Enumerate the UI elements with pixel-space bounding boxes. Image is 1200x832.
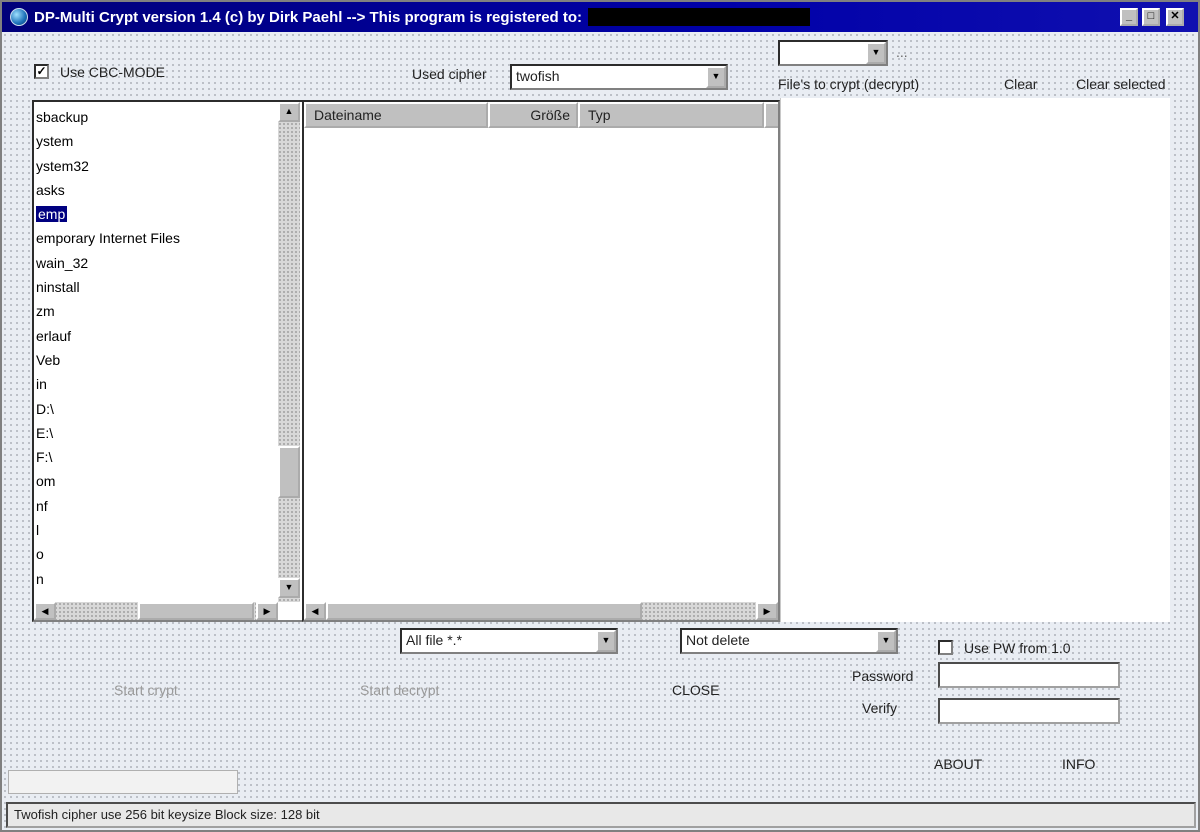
start-decrypt-button[interactable]: Start decrypt bbox=[360, 682, 439, 698]
directory-item-label: ninstall bbox=[36, 279, 80, 296]
directory-item-label: ystem32 bbox=[36, 157, 89, 174]
chevron-down-icon[interactable]: ▼ bbox=[876, 630, 896, 652]
cbc-mode-checkbox[interactable]: ✓ bbox=[34, 64, 49, 79]
maximize-button[interactable]: □ bbox=[1142, 8, 1160, 26]
window-title: DP-Multi Crypt version 1.4 (c) by Dirk P… bbox=[34, 8, 583, 26]
directory-item-label: E:\ bbox=[36, 424, 54, 441]
delete-mode-value: Not delete bbox=[686, 632, 750, 648]
drive-browse-ellipsis[interactable]: ... bbox=[896, 44, 908, 60]
close-window-button[interactable]: ✕ bbox=[1166, 8, 1184, 26]
directory-item-label: wain_32 bbox=[36, 254, 89, 271]
status-bar: Twofish cipher use 256 bit keysize Block… bbox=[6, 802, 1196, 828]
file-mask-select[interactable]: All file *.* ▼ bbox=[400, 628, 618, 654]
start-crypt-button[interactable]: Start crypt bbox=[114, 682, 178, 698]
registered-owner-redacted bbox=[588, 8, 811, 26]
directory-item-label: Veb bbox=[36, 351, 61, 368]
column-header-size[interactable]: Größe bbox=[488, 102, 578, 128]
directory-item-label: ystem bbox=[36, 133, 74, 150]
directory-item-label: emporary Internet Files bbox=[36, 230, 180, 247]
scroll-up-icon[interactable]: ▲ bbox=[278, 102, 300, 122]
directory-item[interactable]: sbackup bbox=[36, 106, 180, 130]
directory-item-label: o bbox=[36, 546, 44, 563]
chevron-down-icon[interactable]: ▼ bbox=[706, 66, 726, 88]
directory-horizontal-scrollbar[interactable]: ◀ ▶ bbox=[34, 602, 278, 620]
globe-icon bbox=[10, 8, 28, 26]
clear-button[interactable]: Clear bbox=[1004, 76, 1037, 92]
scroll-left-icon[interactable]: ◀ bbox=[304, 602, 326, 620]
verify-input[interactable] bbox=[938, 698, 1120, 724]
directory-item-label: zm bbox=[36, 303, 55, 320]
directory-item[interactable]: asks bbox=[36, 179, 180, 203]
directory-item-label: D:\ bbox=[36, 400, 54, 417]
directory-item[interactable]: D:\ bbox=[36, 398, 180, 422]
directory-item[interactable]: erlauf bbox=[36, 325, 180, 349]
directory-item[interactable]: E:\ bbox=[36, 422, 180, 446]
directory-item[interactable]: emp bbox=[36, 203, 180, 227]
directory-item[interactable]: o bbox=[36, 543, 180, 567]
file-mask-value: All file *.* bbox=[406, 632, 463, 648]
chevron-down-icon[interactable]: ▼ bbox=[596, 630, 616, 652]
minimize-button[interactable]: _ bbox=[1120, 8, 1138, 26]
directory-vertical-scrollbar[interactable]: ▲ ▼ bbox=[278, 102, 300, 602]
info-button[interactable]: INFO bbox=[1062, 756, 1095, 772]
directory-list[interactable]: sbackup ystem ystem32 asks emp emporary Inter… bbox=[32, 100, 304, 622]
scroll-right-icon[interactable]: ▶ bbox=[256, 602, 278, 620]
directory-item-label: emp bbox=[36, 206, 68, 223]
column-header-name[interactable]: Dateiname bbox=[304, 102, 488, 128]
directory-item-label: n bbox=[36, 570, 44, 587]
progress-bar bbox=[8, 770, 238, 794]
directory-item-label: F:\ bbox=[36, 449, 53, 466]
main-window: DP-Multi Crypt version 1.4 (c) by Dirk P… bbox=[0, 0, 1200, 832]
cipher-select-value: twofish bbox=[516, 68, 560, 84]
directory-item[interactable]: ninstall bbox=[36, 276, 180, 300]
directory-item[interactable]: F:\ bbox=[36, 446, 180, 470]
column-header-spacer bbox=[764, 102, 778, 128]
cbc-mode-label: Use CBC-MODE bbox=[60, 64, 166, 80]
directory-item[interactable]: nf bbox=[36, 495, 180, 519]
directory-item-label: om bbox=[36, 473, 56, 490]
directory-item[interactable]: ystem32 bbox=[36, 155, 180, 179]
file-horizontal-scrollbar[interactable]: ◀ ▶ bbox=[304, 602, 778, 620]
directory-item[interactable]: zm bbox=[36, 300, 180, 324]
close-button[interactable]: CLOSE bbox=[672, 682, 719, 698]
cipher-label: Used cipher bbox=[412, 66, 487, 82]
directory-item[interactable]: om bbox=[36, 470, 180, 494]
directory-item[interactable]: Veb bbox=[36, 349, 180, 373]
use-pw-label: Use PW from 1.0 bbox=[964, 640, 1071, 656]
directory-item-label: in bbox=[36, 376, 47, 393]
directory-item[interactable]: n bbox=[36, 568, 180, 592]
password-label: Password bbox=[852, 668, 914, 684]
chevron-down-icon[interactable]: ▼ bbox=[866, 42, 886, 64]
column-header-type[interactable]: Typ bbox=[578, 102, 764, 128]
scroll-thumb[interactable] bbox=[278, 446, 300, 498]
use-pw-checkbox[interactable] bbox=[938, 640, 953, 655]
directory-item[interactable]: emporary Internet Files bbox=[36, 227, 180, 251]
scroll-left-icon[interactable]: ◀ bbox=[34, 602, 56, 620]
directory-item-label: erlauf bbox=[36, 327, 72, 344]
crypt-list-header: File's to crypt (decrypt) bbox=[778, 76, 920, 92]
directory-item[interactable]: wain_32 bbox=[36, 252, 180, 276]
directory-items: sbackup ystem ystem32 asks emp emporary Inter… bbox=[36, 106, 180, 592]
file-list[interactable]: Dateiname Größe Typ ◀ ▶ bbox=[302, 100, 780, 622]
about-button[interactable]: ABOUT bbox=[934, 756, 982, 772]
drive-select[interactable]: ▼ bbox=[778, 40, 888, 66]
crypt-file-list[interactable] bbox=[780, 98, 1170, 622]
scroll-down-icon[interactable]: ▼ bbox=[278, 578, 300, 598]
title-bar[interactable]: DP-Multi Crypt version 1.4 (c) by Dirk P… bbox=[2, 2, 1198, 32]
directory-item-label: asks bbox=[36, 181, 65, 198]
directory-item-label: nf bbox=[36, 497, 48, 514]
directory-item[interactable]: ystem bbox=[36, 130, 180, 154]
directory-item[interactable]: in bbox=[36, 373, 180, 397]
cipher-select[interactable]: twofish ▼ bbox=[510, 64, 728, 90]
directory-item-label: sbackup bbox=[36, 109, 89, 125]
delete-mode-select[interactable]: Not delete ▼ bbox=[680, 628, 898, 654]
scroll-thumb[interactable] bbox=[138, 602, 254, 620]
scroll-right-icon[interactable]: ▶ bbox=[756, 602, 778, 620]
clear-selected-button[interactable]: Clear selected bbox=[1076, 76, 1166, 92]
verify-label: Verify bbox=[862, 700, 898, 716]
scroll-thumb[interactable] bbox=[326, 602, 642, 620]
password-input[interactable] bbox=[938, 662, 1120, 688]
directory-item-label: l bbox=[36, 522, 40, 539]
directory-item[interactable]: l bbox=[36, 519, 180, 543]
